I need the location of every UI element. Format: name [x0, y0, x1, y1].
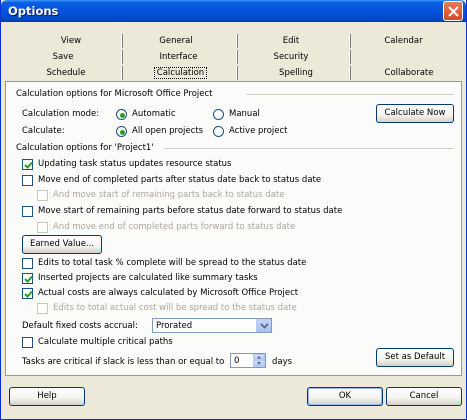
critical-slack-unit: days — [272, 357, 293, 367]
tab-label: Schedule — [46, 68, 86, 78]
fixed-costs-select[interactable]: Prorated — [152, 318, 272, 333]
tab-label: Interface — [159, 52, 198, 62]
chk-move-end-completed-forward[interactable] — [37, 222, 48, 233]
tab-divider — [121, 50, 123, 64]
chk-inserted-projects[interactable] — [22, 273, 33, 284]
checkmark-icon — [24, 275, 33, 283]
calc-mode-label: Calculation mode: — [22, 109, 100, 119]
chk-move-end-completed-forward-label: And move end of completed parts forward … — [53, 222, 296, 232]
radio-all-open-projects[interactable] — [116, 126, 127, 137]
chk-move-end-completed-label: Move end of completed parts after status… — [38, 175, 322, 185]
tab-divider — [349, 34, 351, 48]
chk-move-start-remaining-label: Move start of remaining parts before sta… — [38, 206, 343, 216]
tab-label: General — [159, 36, 193, 46]
tab-divider — [236, 50, 238, 64]
tab-label: Save — [52, 52, 74, 62]
tab-divider — [121, 66, 123, 80]
tab-schedule[interactable]: Schedule — [31, 66, 101, 81]
arrow-down-icon — [257, 362, 261, 365]
spinner-buttons — [253, 354, 265, 367]
tab-label: Calendar — [384, 36, 423, 46]
dropdown-button[interactable] — [256, 319, 271, 332]
ok-button[interactable]: OK — [307, 387, 383, 406]
options-dialog: Options View General Edit Calendar Save … — [0, 0, 467, 420]
tab-spelling[interactable]: Spelling — [261, 66, 331, 81]
chk-move-end-completed[interactable] — [22, 175, 33, 186]
chk-inserted-projects-label: Inserted projects are calculated like su… — [38, 273, 258, 283]
radio-manual-label: Manual — [229, 109, 260, 119]
critical-slack-value: 0 — [234, 356, 240, 366]
tab-view[interactable]: View — [41, 34, 101, 49]
calculate-label: Calculate: — [22, 126, 65, 136]
project-options-title: Calculation options for 'Project1' — [16, 143, 154, 153]
spin-down-button[interactable] — [253, 360, 265, 367]
chk-edits-total-task-complete[interactable] — [22, 258, 33, 269]
help-button[interactable]: Help — [9, 387, 85, 406]
radio-all-open-projects-label: All open projects — [132, 126, 204, 136]
chk-edits-total-task-complete-label: Edits to total task % complete will be s… — [38, 258, 307, 268]
arrow-up-icon — [257, 356, 261, 359]
group-divider — [164, 148, 454, 150]
chk-updating-task-status-label: Updating task status updates resource st… — [38, 159, 232, 169]
window-title: Options — [8, 4, 59, 18]
chk-multiple-critical-paths[interactable] — [22, 337, 33, 348]
tab-divider — [121, 34, 123, 48]
tab-divider — [349, 50, 351, 64]
chk-move-start-remaining-back[interactable] — [37, 190, 48, 201]
tab-edit[interactable]: Edit — [256, 34, 326, 49]
checkmark-icon — [24, 290, 33, 298]
radio-selected-dot — [120, 113, 125, 118]
tab-divider — [236, 66, 238, 80]
tab-security[interactable]: Security — [256, 50, 326, 65]
chevron-down-icon — [260, 323, 269, 329]
tab-divider — [349, 66, 351, 80]
tab-label: Security — [273, 52, 309, 62]
tab-save[interactable]: Save — [33, 50, 93, 65]
group-divider — [246, 94, 454, 96]
calculation-panel: Calculation options for Microsoft Office… — [5, 81, 462, 376]
tab-interface[interactable]: Interface — [141, 50, 216, 65]
fixed-costs-value: Prorated — [156, 321, 193, 331]
fixed-costs-label: Default fixed costs accrual: — [22, 321, 138, 331]
radio-manual[interactable] — [213, 109, 224, 120]
chk-actual-costs-calculated[interactable] — [22, 288, 33, 299]
tab-collaborate[interactable]: Collaborate — [369, 66, 449, 81]
title-bar[interactable]: Options — [1, 0, 466, 22]
set-as-default-button[interactable]: Set as Default — [376, 348, 454, 367]
chk-edits-total-actual-cost[interactable] — [37, 303, 48, 314]
calc-options-title: Calculation options for Microsoft Office… — [16, 89, 213, 99]
checkmark-icon — [24, 161, 33, 169]
radio-active-project-label: Active project — [229, 126, 288, 136]
cancel-button[interactable]: Cancel — [386, 387, 462, 406]
tab-label: Spelling — [279, 68, 313, 78]
chk-actual-costs-calculated-label: Actual costs are always calculated by Mi… — [38, 288, 299, 298]
chk-updating-task-status[interactable] — [22, 159, 33, 170]
critical-slack-spinner[interactable]: 0 — [230, 353, 266, 368]
calculate-now-button[interactable]: Calculate Now — [376, 104, 454, 123]
critical-slack-label: Tasks are critical if slack is less than… — [22, 357, 225, 367]
radio-selected-dot — [120, 130, 125, 135]
radio-active-project[interactable] — [213, 126, 224, 137]
close-button[interactable] — [443, 1, 463, 21]
chk-multiple-critical-paths-label: Calculate multiple critical paths — [38, 337, 173, 347]
tab-label: Collaborate — [384, 68, 434, 78]
chk-move-start-remaining[interactable] — [22, 206, 33, 217]
close-icon — [448, 6, 459, 17]
chk-edits-total-actual-cost-label: Edits to total actual cost will be sprea… — [53, 303, 297, 313]
tab-label: View — [60, 36, 82, 46]
tab-label: Calculation — [153, 67, 208, 79]
chk-move-start-remaining-back-label: And move start of remaining parts back t… — [53, 190, 285, 200]
tab-general[interactable]: General — [141, 34, 211, 49]
tab-calculation[interactable]: Calculation — [143, 66, 218, 81]
tab-label: Edit — [282, 36, 300, 46]
radio-automatic-label: Automatic — [132, 109, 176, 119]
radio-automatic[interactable] — [116, 109, 127, 120]
earned-value-button[interactable]: Earned Value... — [22, 235, 102, 254]
tab-calendar[interactable]: Calendar — [366, 34, 441, 49]
tab-divider — [236, 34, 238, 48]
